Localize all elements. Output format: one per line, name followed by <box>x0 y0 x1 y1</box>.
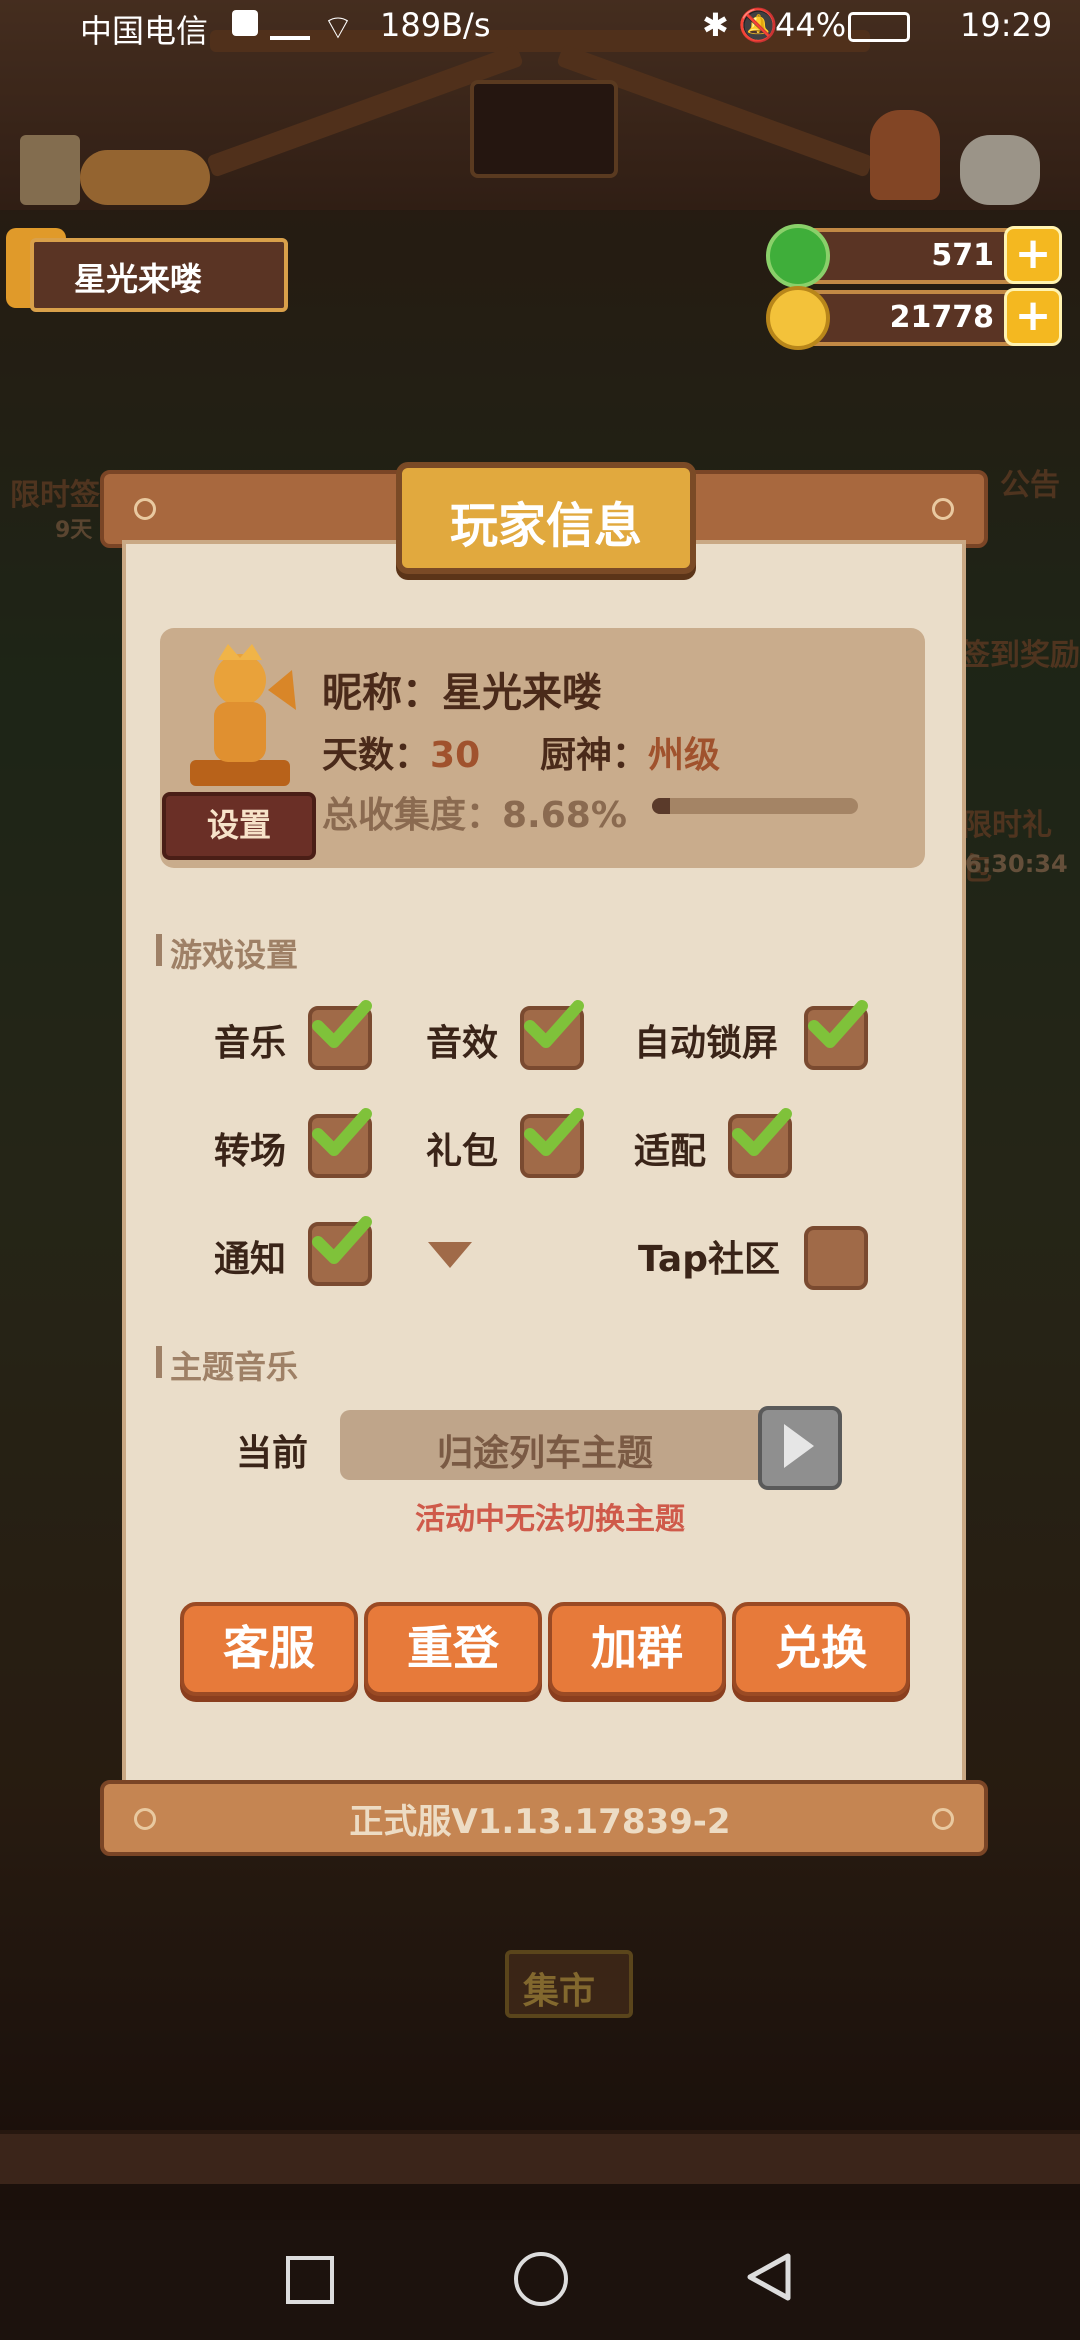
rail-dot <box>932 498 954 520</box>
nickname-line: 昵称：星光来喽 <box>322 670 602 716</box>
add-green-currency-button[interactable]: + <box>1004 226 1062 284</box>
current-theme-name: 归途列车主题 <box>436 1433 653 1474</box>
signal-icon <box>270 8 310 40</box>
collection-line: 总收集度：8.68% <box>322 795 627 836</box>
carrier-text: 中国电信 <box>80 12 209 50</box>
check-icon <box>524 1000 584 1048</box>
green-gem-icon <box>766 224 830 288</box>
option-adapt-label: 适配 <box>634 1131 707 1172</box>
option-gift-label: 礼包 <box>426 1131 499 1172</box>
check-icon <box>808 1000 868 1048</box>
recents-icon[interactable] <box>286 2256 334 2304</box>
system-nav-bar <box>0 2220 1080 2340</box>
check-icon <box>312 1216 372 1264</box>
dialog-title: 玩家信息 <box>449 498 642 554</box>
wifi-icon: ⌔ <box>322 8 354 48</box>
rail-dot <box>134 498 156 520</box>
customer-service-button[interactable]: 客服 <box>180 1602 358 1696</box>
game-settings-title: 游戏设置 <box>155 930 298 976</box>
player-name: 星光来喽 <box>74 260 203 298</box>
chef-rank-line: 厨神：州级 <box>540 726 720 778</box>
settings-button[interactable]: 设置 <box>162 792 316 860</box>
option-autolock-label: 自动锁屏 <box>634 1023 779 1064</box>
dialog-title-plate: 玩家信息 <box>396 462 696 574</box>
option-tap-label: Tap社区 <box>638 1239 780 1280</box>
check-icon <box>312 1000 372 1048</box>
join-group-button[interactable]: 加群 <box>548 1602 726 1696</box>
player-name-tag[interactable]: 星光来喽 <box>30 238 288 312</box>
option-transition-label: 转场 <box>214 1131 287 1172</box>
home-icon[interactable] <box>514 2252 568 2306</box>
chef-label: 厨神： <box>540 735 649 776</box>
net-speed: 189B/s <box>380 6 491 44</box>
redeem-button[interactable]: 兑换 <box>732 1602 910 1696</box>
check-icon <box>312 1108 372 1156</box>
hd-icon <box>232 10 258 36</box>
check-icon <box>732 1108 792 1156</box>
chef-rank-value: 州级 <box>648 735 721 776</box>
status-bar: 中国电信 ⌔ 189B/s ✱ 🔕 44% 19:29 <box>0 0 1080 52</box>
collection-progress-bar <box>652 798 858 814</box>
days-line: 天数：30 <box>322 726 480 778</box>
current-theme-label: 当前 <box>236 1433 309 1474</box>
tap-checkbox[interactable] <box>804 1226 868 1290</box>
battery-icon <box>848 12 910 42</box>
days-value: 30 <box>430 735 481 776</box>
theme-music-title: 主题音乐 <box>155 1342 298 1388</box>
chef-statue-icon <box>190 644 296 786</box>
relogin-button[interactable]: 重登 <box>364 1602 542 1696</box>
collapsed-arrow-icon[interactable] <box>428 1242 472 1268</box>
option-notify-label: 通知 <box>214 1239 287 1280</box>
theme-next-button[interactable] <box>758 1406 842 1490</box>
days-label: 天数： <box>322 735 431 776</box>
bluetooth-icon: ✱ <box>702 6 729 44</box>
option-music-label: 音乐 <box>214 1023 287 1064</box>
add-coin-button[interactable]: + <box>1004 288 1062 346</box>
collection-progress-fill <box>652 798 670 814</box>
green-currency-value: 571 <box>931 238 994 273</box>
battery-text: 44% <box>775 6 847 44</box>
mute-icon: 🔕 <box>738 6 778 44</box>
green-currency-bar: 571 + <box>766 224 1062 288</box>
theme-warning: 活动中无法切换主题 <box>415 1502 685 1537</box>
clock: 19:29 <box>960 6 1053 44</box>
coin-currency-bar: 21778 + <box>766 286 1062 350</box>
back-icon[interactable] <box>742 2250 796 2304</box>
option-sfx-label: 音效 <box>426 1023 499 1064</box>
version-text: 正式服V1.13.17839-2 <box>349 1802 731 1842</box>
coin-icon <box>766 286 830 350</box>
check-icon <box>524 1108 584 1156</box>
play-icon <box>784 1424 814 1468</box>
coin-currency-value: 21778 <box>889 300 994 335</box>
